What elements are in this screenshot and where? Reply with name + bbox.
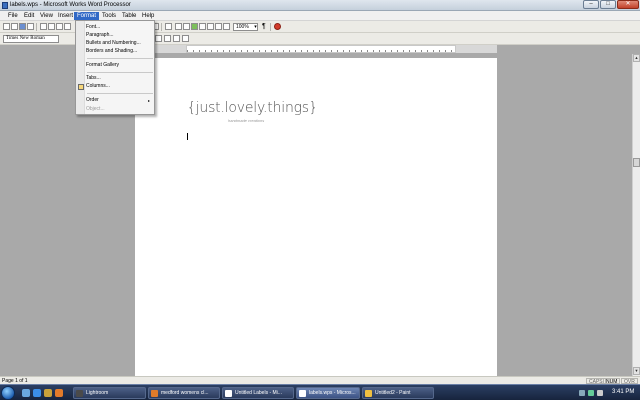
menu-tools[interactable]: Tools — [99, 12, 119, 20]
undo-icon[interactable] — [215, 23, 222, 30]
insert-clipart-icon[interactable] — [175, 23, 182, 30]
insert-drawing-icon[interactable] — [183, 23, 190, 30]
task-untitled-labels[interactable]: Untitled Labels - Mi... — [222, 387, 294, 399]
ruler-margin-right — [456, 45, 497, 53]
menu-edit[interactable]: Edit — [21, 12, 37, 20]
menu-item-tabs[interactable]: Tabs... — [86, 75, 101, 82]
menu-separator — [87, 93, 153, 94]
internet-explorer-icon[interactable] — [33, 389, 41, 397]
align-left-icon[interactable] — [155, 35, 162, 42]
chevron-down-icon[interactable]: ▾ — [252, 23, 259, 31]
window-controls: – □ ✕ — [583, 0, 639, 10]
works-app-icon[interactable] — [2, 2, 8, 9]
address-book-icon[interactable] — [27, 23, 34, 30]
logo-subtitle: handmade creations — [228, 118, 265, 123]
window-title: labels.wps - Microsoft Works Word Proces… — [10, 2, 131, 8]
minimize-button[interactable]: – — [583, 0, 599, 9]
toolbar-separator — [270, 23, 271, 31]
paint-icon — [365, 390, 372, 397]
menu-item-object: Object... — [86, 106, 105, 112]
cut-icon[interactable] — [64, 23, 71, 30]
justify-icon[interactable] — [182, 35, 189, 42]
menu-item-borders[interactable]: Borders and Shading... — [86, 48, 137, 55]
menu-item-format-gallery[interactable]: Format Gallery — [86, 62, 119, 69]
start-button[interactable] — [1, 386, 15, 400]
format-gallery-icon — [78, 84, 84, 90]
menu-item-order[interactable]: Order — [86, 97, 99, 104]
toolbar-separator — [161, 23, 162, 31]
firefox-icon — [151, 390, 158, 397]
task-browser[interactable]: medford womens cl... — [148, 387, 220, 399]
format-menu-dropdown: Font... Paragraph... Bullets and Numberi… — [75, 20, 155, 115]
taskbar: Lightroom medford womens cl... Untitled … — [0, 384, 640, 400]
menu-help[interactable]: Help — [139, 12, 157, 20]
maximize-button[interactable]: □ — [600, 0, 616, 9]
status-bar: Page 1 of 1 CAPS NUM OVR — [0, 376, 640, 385]
menu-table[interactable]: Table — [119, 12, 139, 20]
font-name-select[interactable]: Times New Roman — [3, 35, 59, 43]
print-preview-icon[interactable] — [48, 23, 55, 30]
align-right-icon[interactable] — [173, 35, 180, 42]
title-bar: labels.wps - Microsoft Works Word Proces… — [0, 0, 640, 11]
works-document-icon — [299, 390, 306, 397]
submenu-arrow-icon: ▸ — [147, 98, 150, 103]
save-icon[interactable] — [19, 23, 26, 30]
toolbar-separator — [36, 23, 37, 31]
insert-chart-icon[interactable] — [165, 23, 172, 30]
print-icon[interactable] — [40, 23, 47, 30]
new-document-icon[interactable] — [3, 23, 10, 30]
menu-separator — [87, 72, 153, 73]
help-icon[interactable] — [274, 23, 281, 30]
tray-network-icon[interactable] — [588, 390, 594, 396]
open-folder-icon[interactable] — [11, 23, 18, 30]
scroll-down-icon[interactable]: ▼ — [633, 367, 640, 375]
close-button[interactable]: ✕ — [617, 0, 639, 9]
document-icon — [225, 390, 232, 397]
menu-icon-strip — [76, 21, 85, 114]
logo-text: {just.lovely.things} — [187, 100, 318, 116]
task-lightroom[interactable]: Lightroom — [73, 387, 146, 399]
menu-item-columns[interactable]: Columns... — [86, 83, 110, 90]
media-player-icon[interactable] — [55, 389, 63, 397]
task-paint[interactable]: Untitled2 - Paint — [362, 387, 434, 399]
menu-insert[interactable]: Insert — [55, 12, 76, 20]
scroll-thumb[interactable] — [633, 158, 640, 167]
show-formatting-icon[interactable]: ¶ — [262, 23, 266, 31]
lightroom-icon — [76, 390, 83, 397]
text-cursor — [187, 133, 188, 140]
menu-file[interactable]: File — [5, 12, 21, 20]
spell-check-icon[interactable] — [56, 23, 63, 30]
word-art-icon[interactable] — [199, 23, 206, 30]
clock[interactable]: 3:41 PM — [612, 389, 634, 395]
vertical-scrollbar[interactable]: ▲ ▼ — [632, 54, 640, 376]
menu-format[interactable]: Format — [74, 12, 100, 20]
show-desktop-icon[interactable] — [22, 389, 30, 397]
align-center-icon[interactable] — [164, 35, 171, 42]
horizontal-ruler[interactable] — [186, 45, 456, 53]
columns-icon[interactable] — [207, 23, 214, 30]
scroll-up-icon[interactable]: ▲ — [633, 54, 640, 62]
redo-icon[interactable] — [223, 23, 230, 30]
menu-view[interactable]: View — [37, 12, 56, 20]
task-labels-wps[interactable]: labels.wps - Micros... — [296, 387, 360, 399]
tray-volume-icon[interactable] — [597, 390, 603, 396]
tray-language-icon[interactable] — [579, 390, 585, 396]
menu-item-bullets[interactable]: Bullets and Numbering... — [86, 40, 141, 47]
menu-item-font[interactable]: Font... — [86, 24, 100, 31]
menu-separator — [87, 58, 153, 59]
folder-icon[interactable] — [44, 389, 52, 397]
insert-picture-icon[interactable] — [191, 23, 198, 30]
menu-item-paragraph[interactable]: Paragraph... — [86, 32, 114, 39]
